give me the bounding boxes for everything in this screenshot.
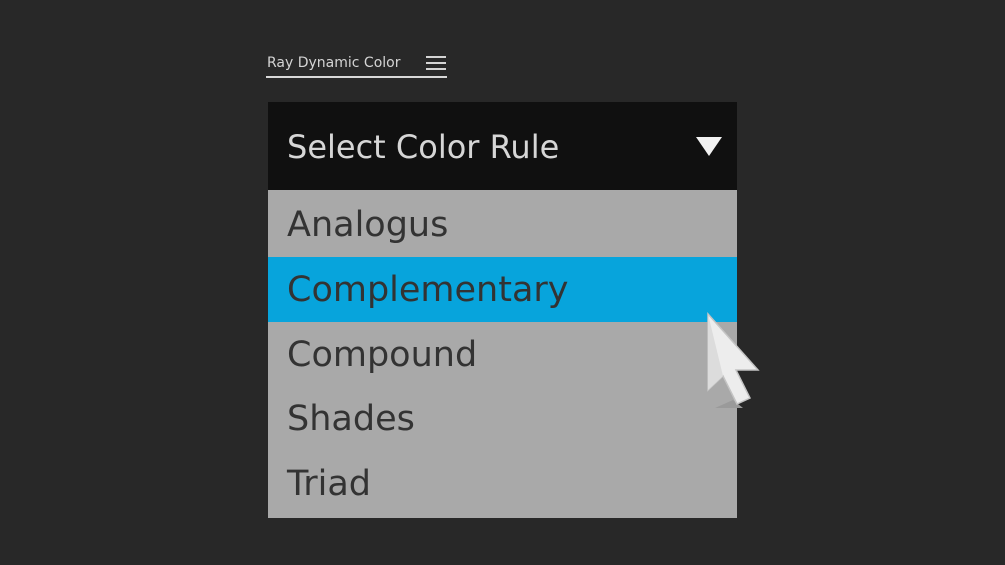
option-analogus[interactable]: Analogus <box>268 192 737 257</box>
stage: Ray Dynamic Color Select Color Rule Anal… <box>0 0 1005 565</box>
hamburger-menu-icon[interactable] <box>426 56 446 70</box>
option-compound[interactable]: Compound <box>268 322 737 387</box>
option-complementary[interactable]: Complementary <box>268 256 737 322</box>
dropdown-header[interactable]: Select Color Rule <box>268 102 737 190</box>
arrow-pointer-icon <box>707 312 760 408</box>
panel-tab[interactable]: Ray Dynamic Color <box>266 54 447 78</box>
color-rule-dropdown[interactable]: Select Color Rule Analogus Complementary… <box>268 102 737 518</box>
option-label: Compound <box>287 334 478 375</box>
option-label: Shades <box>287 399 415 440</box>
panel-title: Ray Dynamic Color <box>267 55 401 71</box>
option-triad[interactable]: Triad <box>268 451 737 516</box>
option-label: Analogus <box>287 205 449 245</box>
option-label: Complementary <box>287 269 569 310</box>
dropdown-label: Select Color Rule <box>287 128 560 166</box>
triangle-down-icon[interactable] <box>696 137 722 156</box>
option-shades[interactable]: Shades <box>268 386 737 451</box>
dropdown-options: Analogus Complementary Compound Shades T… <box>268 192 737 516</box>
option-label: Triad <box>287 464 372 505</box>
